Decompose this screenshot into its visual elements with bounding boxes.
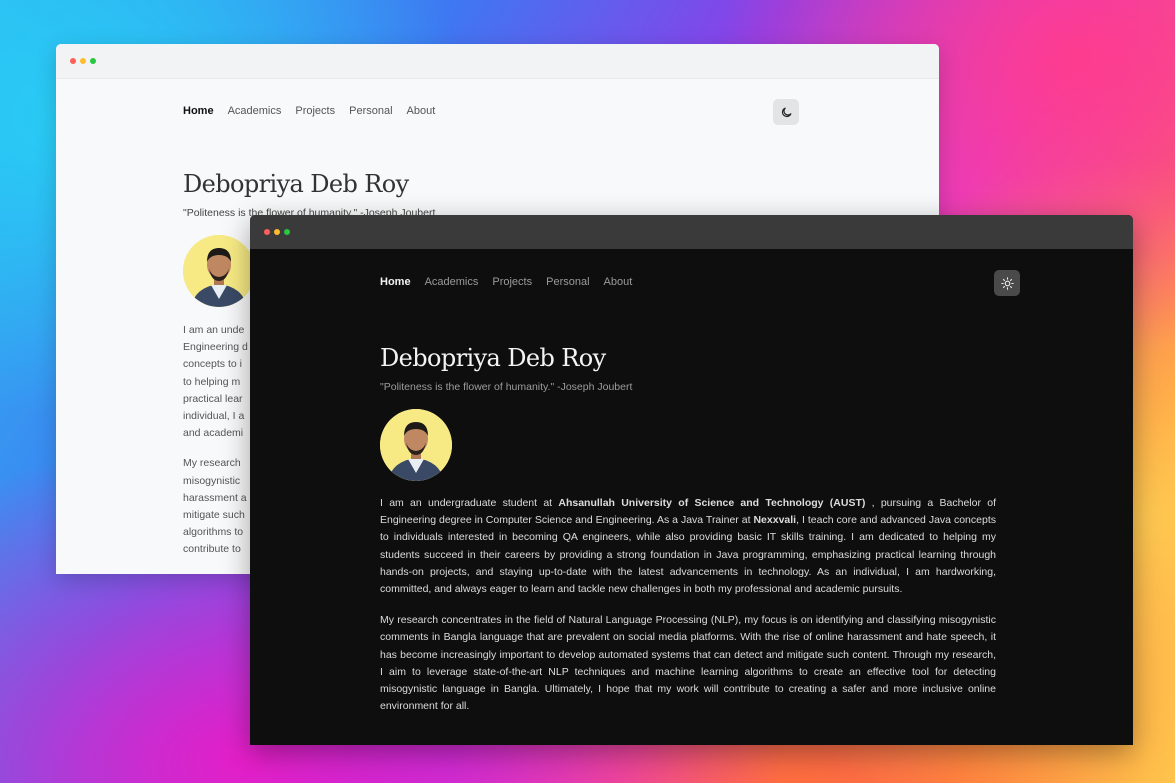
nav-home[interactable]: Home [380, 276, 411, 288]
avatar [380, 409, 452, 481]
close-window-button[interactable] [264, 229, 270, 235]
dark-theme-window: Home Academics Projects Personal About D… [250, 215, 1133, 745]
company-name: Nexxvali [753, 514, 797, 527]
bio-paragraph-2: My research concentrates in the field of… [380, 614, 996, 713]
theme-toggle-button[interactable] [994, 270, 1020, 296]
minimize-window-button[interactable] [80, 58, 86, 64]
nav-personal[interactable]: Personal [546, 276, 589, 288]
sun-icon [1000, 276, 1014, 290]
nav-personal[interactable]: Personal [349, 105, 392, 117]
maximize-window-button[interactable] [90, 58, 96, 64]
nav-about[interactable]: About [604, 276, 633, 288]
nav-projects[interactable]: Projects [295, 105, 335, 117]
theme-toggle-button[interactable] [773, 99, 799, 125]
bio-text: I am an undergraduate student at [380, 497, 559, 509]
nav-projects[interactable]: Projects [492, 276, 532, 288]
main-nav: Home Academics Projects Personal About [380, 249, 1020, 315]
page-title: Debopriya Deb Roy [380, 344, 606, 372]
nav-home[interactable]: Home [183, 105, 214, 117]
quote: "Politeness is the flower of humanity." … [380, 381, 633, 393]
nav-about[interactable]: About [407, 105, 436, 117]
window-titlebar [250, 215, 1133, 249]
close-window-button[interactable] [70, 58, 76, 64]
nav-academics[interactable]: Academics [425, 276, 479, 288]
moon-icon [781, 107, 791, 117]
page-title: Debopriya Deb Roy [183, 170, 409, 198]
main-nav: Home Academics Projects Personal About [183, 78, 799, 144]
window-titlebar [56, 44, 939, 79]
profile-photo [183, 235, 255, 307]
minimize-window-button[interactable] [274, 229, 280, 235]
maximize-window-button[interactable] [284, 229, 290, 235]
profile-photo [380, 409, 452, 481]
bio-text: , I teach core and advanced Java concept… [380, 514, 996, 596]
avatar [183, 235, 255, 307]
university-name: Ahsanullah University of Science and Tec… [558, 497, 866, 509]
bio-paragraph-1: I am an undergraduate student at Ahsanul… [380, 495, 996, 598]
nav-academics[interactable]: Academics [228, 105, 282, 117]
